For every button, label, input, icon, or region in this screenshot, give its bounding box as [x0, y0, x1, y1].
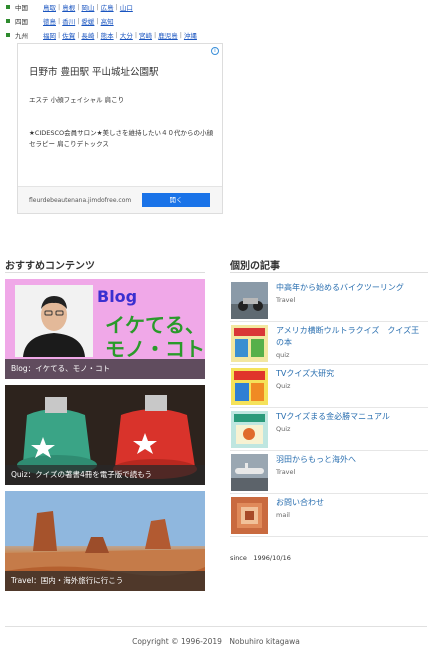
article-title[interactable]: アメリカ横断ウルトラクイズ クイズ王の本 [276, 325, 426, 349]
article-thumbnail[interactable] [231, 325, 268, 362]
ad-title[interactable]: 日野市 豊田駅 平山城址公園駅 [29, 64, 159, 78]
blog-card[interactable]: Blog イケてる、 モノ・コト Blog：イケてる、モノ・コト [5, 279, 205, 379]
region-name: 中国 [15, 4, 28, 12]
blog-logo-line2: モノ・コト [105, 337, 205, 361]
ad-box[interactable]: i 日野市 豊田駅 平山城址公園駅 エステ 小顔フェイシャル 肩こり ★CIDE… [17, 43, 223, 214]
region-link[interactable]: 大分 [120, 30, 133, 40]
card-caption[interactable]: Travel：国内・海外旅行に行こう [5, 571, 205, 591]
region-link[interactable]: 愛媛 [81, 16, 94, 26]
ad-subtitle: エステ 小顔フェイシャル 肩こり [29, 96, 125, 104]
region-name: 九州 [15, 32, 28, 40]
blog-logo-word: Blog [97, 287, 138, 306]
region-link[interactable]: 広島 [101, 2, 114, 12]
article-item[interactable]: 羽田からもっと海外へ Travel [230, 451, 428, 494]
article-title[interactable]: 中高年から始めるバイクツーリング [276, 282, 426, 294]
bullet-icon [6, 5, 10, 9]
ad-url: fleurdebeautenana.jimdofree.com [29, 197, 132, 204]
articles-heading: 個別の記事 [230, 261, 280, 272]
article-category: Quiz [276, 425, 291, 433]
article-category: Travel [276, 468, 296, 476]
ad-description: ★CIDESCO会員サロン★美しさを維持したい４０代からの小顔セラピー 肩こりデ… [29, 129, 214, 148]
article-category: Quiz [276, 382, 291, 390]
region-link[interactable]: 佐賀 [62, 30, 75, 40]
ad-info-icon[interactable]: i [211, 47, 219, 55]
region-link[interactable]: 岡山 [81, 2, 94, 12]
region-row-shikoku: 四国 徳島 | 香川 | 愛媛 | 高知 [6, 14, 199, 28]
footer-divider [5, 626, 427, 627]
region-row-kyushu: 九州 福岡 | 佐賀 | 長崎 | 熊本 | 大分 | 宮崎 | 鹿児島 | 沖縄 [6, 28, 199, 42]
article-item[interactable]: 中高年から始めるバイクツーリング Travel [230, 279, 428, 322]
article-category: Travel [276, 296, 296, 304]
article-thumbnail[interactable] [231, 497, 268, 534]
card-caption[interactable]: Quiz：クイズの著書4冊を電子版で読もう [5, 465, 205, 485]
region-link[interactable]: 宮崎 [139, 30, 152, 40]
article-item[interactable]: TVクイズまる金必勝マニュアル Quiz [230, 408, 428, 451]
since-date: since 1996/10/16 [230, 554, 291, 562]
divider [5, 272, 205, 273]
region-link[interactable]: 鹿児島 [158, 30, 178, 40]
article-item[interactable]: お問い合わせ mail [230, 494, 428, 537]
region-link[interactable]: 香川 [62, 16, 75, 26]
article-thumbnail[interactable] [231, 411, 268, 448]
region-link[interactable]: 沖縄 [184, 30, 197, 40]
recommended-heading: おすすめコンテンツ [5, 261, 95, 272]
region-link[interactable]: 長崎 [81, 30, 94, 40]
article-item[interactable]: アメリカ横断ウルトラクイズ クイズ王の本 quiz [230, 322, 428, 365]
region-name: 四国 [15, 18, 28, 26]
quiz-card[interactable]: Quiz：クイズの著書4冊を電子版で読もう [5, 385, 205, 485]
travel-card[interactable]: Travel：国内・海外旅行に行こう [5, 491, 205, 591]
profile-photo [15, 285, 93, 357]
region-link[interactable]: 山口 [120, 2, 133, 12]
article-item[interactable]: TVクイズ大研究 Quiz [230, 365, 428, 408]
region-link[interactable]: 熊本 [101, 30, 114, 40]
article-title[interactable]: お問い合わせ [276, 497, 426, 509]
region-links: 中国 鳥取 | 島根 | 岡山 | 広島 | 山口 四国 徳島 | 香川 | 愛媛 | 高知 … [6, 0, 199, 42]
bullet-icon [6, 19, 10, 23]
region-row-chugoku: 中国 鳥取 | 島根 | 岡山 | 広島 | 山口 [6, 0, 199, 14]
bullet-icon [6, 33, 10, 37]
region-link[interactable]: 徳島 [43, 16, 56, 26]
article-title[interactable]: TVクイズまる金必勝マニュアル [276, 411, 426, 423]
article-title[interactable]: 羽田からもっと海外へ [276, 454, 426, 466]
article-category: mail [276, 511, 290, 519]
region-link[interactable]: 鳥取 [43, 2, 56, 12]
region-link[interactable]: 福岡 [43, 30, 56, 40]
article-thumbnail[interactable] [231, 454, 268, 491]
article-title[interactable]: TVクイズ大研究 [276, 368, 426, 380]
region-link[interactable]: 高知 [101, 16, 114, 26]
article-thumbnail[interactable] [231, 368, 268, 405]
ad-open-button[interactable]: 開く [142, 193, 210, 207]
copyright: Copyright © 1996-2019 Nobuhiro kitagawa [132, 637, 300, 646]
article-thumbnail[interactable] [231, 282, 268, 319]
divider [230, 272, 428, 273]
article-category: quiz [276, 351, 290, 359]
card-caption[interactable]: Blog：イケてる、モノ・コト [5, 359, 205, 379]
region-link[interactable]: 島根 [62, 2, 75, 12]
ad-footer: fleurdebeautenana.jimdofree.com 開く [18, 186, 222, 213]
